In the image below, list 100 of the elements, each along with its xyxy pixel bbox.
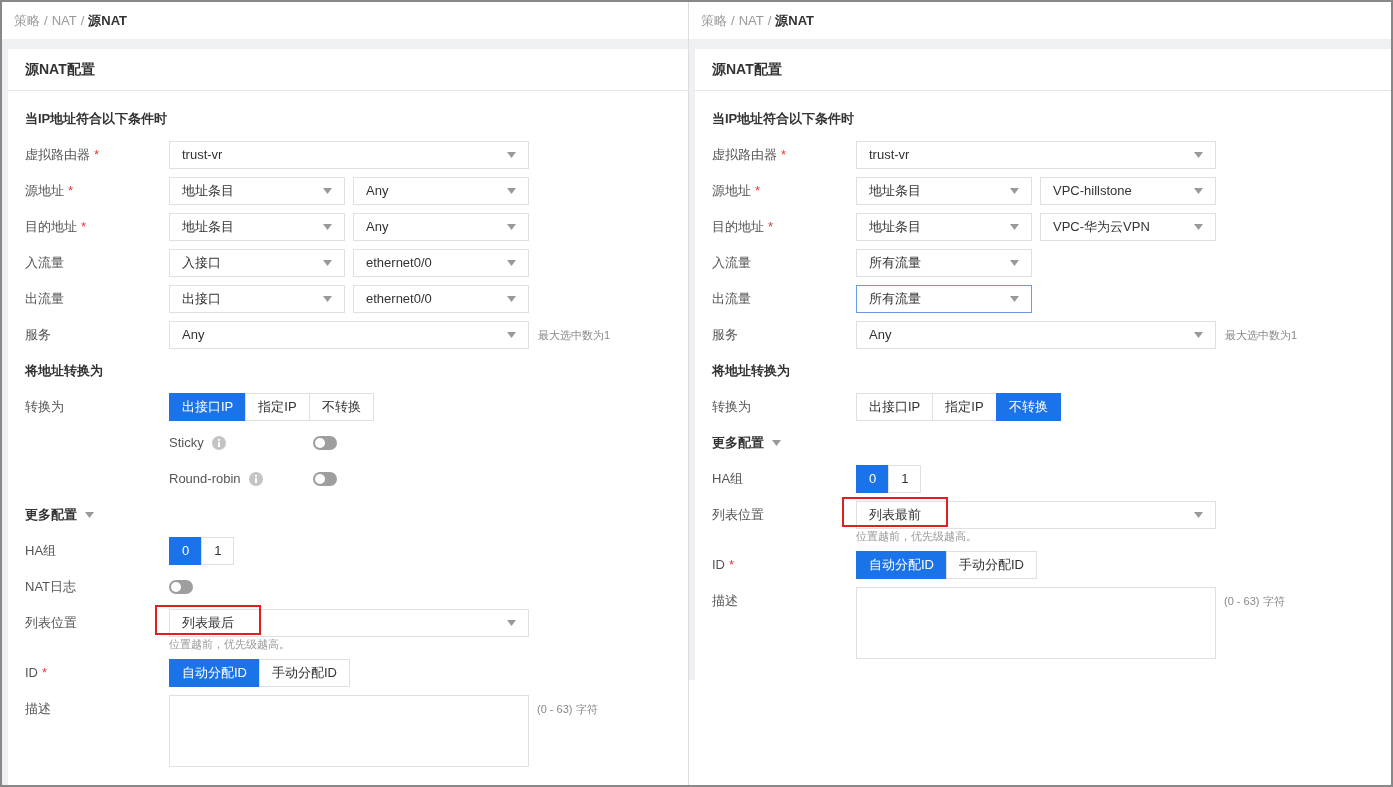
segment-button[interactable]: 手动分配ID bbox=[946, 551, 1037, 579]
caret-icon bbox=[1010, 296, 1019, 302]
required-mark: * bbox=[729, 556, 735, 575]
toggle-switch[interactable] bbox=[313, 472, 337, 486]
required-mark: * bbox=[42, 664, 48, 683]
field-label: 入流量 bbox=[712, 254, 751, 273]
field-label: ID bbox=[25, 664, 38, 683]
caret-icon bbox=[1194, 512, 1203, 518]
select-field[interactable]: VPC-华为云VPN bbox=[1040, 213, 1216, 241]
select-field[interactable]: 地址条目 bbox=[169, 213, 345, 241]
caret-icon bbox=[1010, 224, 1019, 230]
field-label: 源地址 bbox=[712, 182, 751, 201]
description-field[interactable] bbox=[169, 695, 529, 767]
hint-text: 位置越前，优先级越高。 bbox=[856, 529, 978, 543]
field-label: HA组 bbox=[25, 542, 57, 561]
field-label: 出流量 bbox=[25, 290, 64, 309]
segment-button[interactable]: 0 bbox=[169, 537, 203, 565]
segment-button[interactable]: 出接口IP bbox=[856, 393, 934, 421]
caret-icon bbox=[507, 188, 516, 194]
field-label: HA组 bbox=[712, 470, 744, 489]
segment-button[interactable]: 自动分配ID bbox=[169, 659, 260, 687]
select-field[interactable]: ethernet0/0 bbox=[353, 285, 529, 313]
segment-button[interactable]: 指定IP bbox=[932, 393, 997, 421]
caret-icon bbox=[507, 224, 516, 230]
segment-button[interactable]: 出接口IP bbox=[169, 393, 247, 421]
hint-text: 最大选中数为1 bbox=[1225, 327, 1298, 343]
caret-icon bbox=[507, 332, 516, 338]
hint-text: 最大选中数为1 bbox=[538, 327, 611, 343]
select-field[interactable]: trust-vr bbox=[169, 141, 529, 169]
description-field[interactable] bbox=[856, 587, 1216, 659]
field-label: 列表位置 bbox=[712, 506, 764, 525]
field-label: 虚拟路由器 bbox=[712, 146, 777, 165]
required-mark: * bbox=[81, 218, 87, 237]
hint-text: (0 - 63) 字符 bbox=[537, 702, 598, 715]
breadcrumb-separator: / bbox=[80, 11, 85, 30]
card-title: 源NAT配置 bbox=[25, 60, 95, 79]
required-mark: * bbox=[755, 182, 761, 201]
select-field[interactable]: 地址条目 bbox=[169, 177, 345, 205]
segment-button[interactable]: 不转换 bbox=[995, 393, 1061, 421]
section-heading: 将地址转换为 bbox=[712, 362, 790, 381]
segment-button[interactable]: 1 bbox=[888, 465, 922, 493]
select-field[interactable]: 列表最前 bbox=[856, 501, 1216, 529]
select-field[interactable]: 出接口 bbox=[169, 285, 345, 313]
field-label: 服务 bbox=[712, 326, 738, 345]
required-mark: * bbox=[781, 146, 787, 165]
info-icon bbox=[211, 436, 226, 450]
caret-icon bbox=[323, 224, 332, 230]
section-heading: 更多配置 bbox=[712, 434, 764, 453]
select-field[interactable]: 所有流量 bbox=[856, 249, 1032, 277]
segment-button[interactable]: 不转换 bbox=[308, 393, 374, 421]
select-field[interactable]: 地址条目 bbox=[856, 177, 1032, 205]
toggle-switch[interactable] bbox=[169, 580, 193, 594]
option-label: Sticky bbox=[169, 434, 204, 453]
caret-icon bbox=[1194, 224, 1203, 230]
breadcrumb-separator: / bbox=[767, 11, 772, 30]
select-field[interactable]: ethernet0/0 bbox=[353, 249, 529, 277]
select-field[interactable]: Any bbox=[353, 177, 529, 205]
segment-button[interactable]: 0 bbox=[856, 465, 890, 493]
select-field[interactable]: trust-vr bbox=[856, 141, 1216, 169]
segment-button[interactable]: 自动分配ID bbox=[856, 551, 947, 579]
segment-button[interactable]: 1 bbox=[201, 537, 235, 565]
field-label: 入流量 bbox=[25, 254, 64, 273]
segment-button[interactable]: 指定IP bbox=[245, 393, 310, 421]
caret-icon bbox=[323, 296, 332, 302]
caret-icon bbox=[507, 620, 516, 626]
select-field[interactable]: 地址条目 bbox=[856, 213, 1032, 241]
select-field[interactable]: 入接口 bbox=[169, 249, 345, 277]
select-field[interactable]: Any bbox=[856, 321, 1216, 349]
caret-icon bbox=[1194, 188, 1203, 194]
field-label: 列表位置 bbox=[25, 614, 77, 633]
caret-icon bbox=[1010, 260, 1019, 266]
field-label: NAT日志 bbox=[25, 578, 77, 597]
caret-icon bbox=[507, 260, 516, 266]
caret-icon bbox=[323, 260, 332, 266]
caret-icon bbox=[1194, 152, 1203, 158]
field-label: ID bbox=[712, 556, 725, 575]
section-heading: 更多配置 bbox=[25, 506, 77, 525]
field-label: 目的地址 bbox=[25, 218, 77, 237]
section-heading: 当IP地址符合以下条件时 bbox=[712, 110, 855, 129]
required-mark: * bbox=[68, 182, 74, 201]
breadcrumb-separator: / bbox=[731, 11, 735, 30]
field-label: 描述 bbox=[25, 700, 51, 719]
select-field[interactable]: Any bbox=[169, 321, 529, 349]
segment-button[interactable]: 手动分配ID bbox=[259, 659, 350, 687]
field-label: 转换为 bbox=[712, 398, 751, 417]
caret-icon bbox=[507, 152, 516, 158]
field-label: 出流量 bbox=[712, 290, 751, 309]
info-icon bbox=[248, 472, 263, 486]
hint-text: (0 - 63) 字符 bbox=[1224, 594, 1285, 607]
section-heading: 将地址转换为 bbox=[25, 362, 103, 381]
field-label: 源地址 bbox=[25, 182, 64, 201]
select-field[interactable]: Any bbox=[353, 213, 529, 241]
select-field[interactable]: 列表最后 bbox=[169, 609, 529, 637]
field-label: 描述 bbox=[712, 592, 738, 611]
select-field[interactable]: 所有流量 bbox=[856, 285, 1032, 313]
toggle-switch[interactable] bbox=[313, 436, 337, 450]
select-field[interactable]: VPC-hillstone bbox=[1040, 177, 1216, 205]
caret-icon bbox=[1194, 332, 1203, 338]
field-label: 目的地址 bbox=[712, 218, 764, 237]
required-mark: * bbox=[94, 146, 100, 165]
